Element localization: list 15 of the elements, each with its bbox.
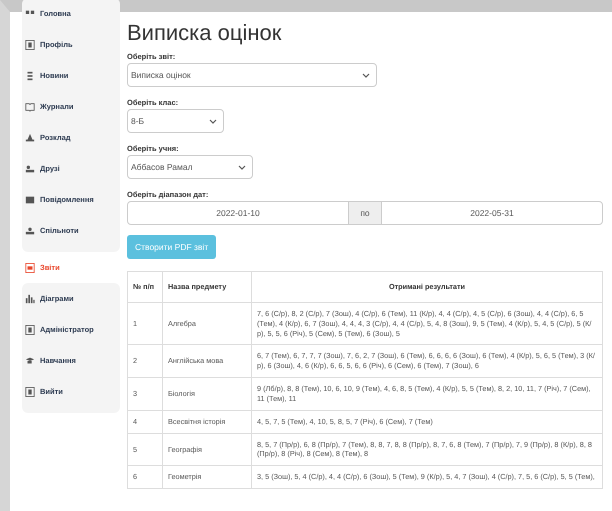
graduation-cap-icon <box>25 356 35 366</box>
id-card-icon <box>25 40 35 50</box>
chevron-icon <box>209 118 217 124</box>
student-select[interactable]: Аббасов Рамал <box>127 155 253 179</box>
report-icon <box>25 262 35 272</box>
id-card-icon <box>25 324 35 334</box>
id-card-icon <box>25 386 35 396</box>
chevron-icon <box>238 164 246 170</box>
book-icon <box>25 102 35 112</box>
list-icon <box>25 70 35 80</box>
page-title: Виписка оцінок <box>127 20 282 46</box>
class-select[interactable]: 8-Б <box>127 109 224 133</box>
bar-chart-icon <box>25 294 35 304</box>
report-select[interactable]: Виписка оцінок <box>127 63 377 87</box>
chevron-icon <box>362 72 370 78</box>
